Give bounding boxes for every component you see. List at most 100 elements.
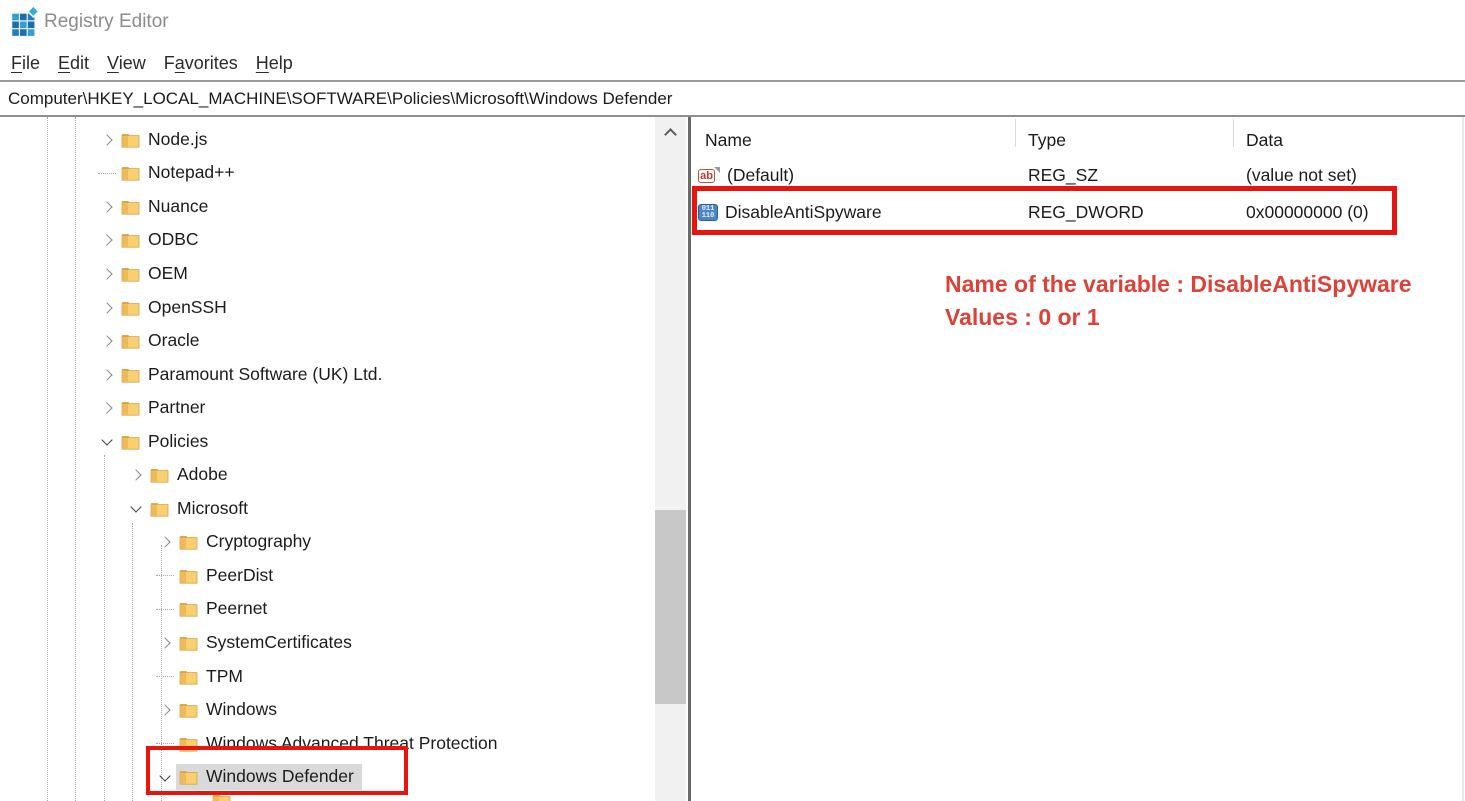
chevron-right-icon[interactable] bbox=[96, 335, 118, 347]
tree-item-notepad[interactable]: Notepad++ bbox=[0, 157, 655, 191]
tree-item-label: Windows Advanced Threat Protection bbox=[206, 732, 498, 753]
tree-item-peerdist[interactable]: PeerDist bbox=[0, 559, 655, 593]
tree-item-node-js[interactable]: Node.js bbox=[0, 123, 655, 157]
tree-item-tpm[interactable]: TPM bbox=[0, 660, 655, 694]
chevron-down-icon[interactable] bbox=[96, 434, 118, 446]
tree-item-label: Node.js bbox=[148, 128, 208, 149]
tree-item-microsoft[interactable]: Microsoft bbox=[0, 492, 655, 526]
chevron-down-icon[interactable] bbox=[154, 769, 176, 782]
chevron-right-icon[interactable] bbox=[96, 402, 118, 414]
tree-scrollbar[interactable] bbox=[655, 117, 686, 801]
tree-item-label: SystemCertificates bbox=[206, 631, 352, 652]
folder-icon bbox=[179, 736, 198, 752]
dword-value-icon bbox=[698, 204, 718, 221]
annotation-note: Name of the variable : DisableAntiSpywar… bbox=[945, 268, 1412, 334]
menu-favorites[interactable]: Favorites bbox=[155, 53, 247, 74]
connector-stub bbox=[154, 743, 176, 744]
tree-item-oem[interactable]: OEM bbox=[0, 257, 655, 291]
tree-item-policies[interactable]: Policies bbox=[0, 425, 655, 459]
title-bar: Registry Editor bbox=[0, 0, 1465, 46]
menu-view[interactable]: View bbox=[98, 53, 155, 74]
connector-stub bbox=[154, 575, 176, 576]
registry-editor-icon bbox=[12, 7, 40, 36]
tree-item-label: Oracle bbox=[148, 330, 200, 351]
value-row-default[interactable]: ab (Default) REG_SZ (value not set) bbox=[692, 157, 1465, 194]
tree-item-label: Policies bbox=[148, 430, 209, 451]
chevron-right-icon[interactable] bbox=[96, 134, 118, 146]
right-edge-line bbox=[1462, 117, 1464, 801]
value-data: 0x00000000 (0) bbox=[1246, 202, 1369, 222]
chevron-up-icon bbox=[664, 127, 677, 141]
folder-icon bbox=[179, 635, 198, 651]
menu-help[interactable]: Help bbox=[247, 53, 302, 74]
tree-item-label: OpenSSH bbox=[148, 296, 227, 317]
annotation-note-line2: Values : 0 or 1 bbox=[945, 304, 1100, 330]
tree-item-oracle[interactable]: Oracle bbox=[0, 324, 655, 358]
address-bar[interactable]: Computer\HKEY_LOCAL_MACHINE\SOFTWARE\Pol… bbox=[0, 82, 1465, 115]
value-row-disableantispyware[interactable]: DisableAntiSpyware REG_DWORD 0x00000000 (0… bbox=[692, 194, 1465, 231]
folder-icon bbox=[179, 769, 198, 785]
menu-file[interactable]: File bbox=[2, 53, 49, 74]
column-header-type[interactable]: Type bbox=[1015, 130, 1233, 151]
tree-item-label: OEM bbox=[148, 262, 188, 283]
tree-item-cryptography[interactable]: Cryptography bbox=[0, 526, 655, 560]
tree-item-label: TPM bbox=[206, 665, 243, 686]
chevron-right-icon[interactable] bbox=[96, 268, 118, 280]
chevron-right-icon[interactable] bbox=[96, 301, 118, 314]
folder-icon bbox=[150, 467, 169, 483]
value-type: REG_DWORD bbox=[1028, 202, 1144, 222]
value-name: (Default) bbox=[727, 165, 795, 185]
folder-icon bbox=[121, 367, 140, 383]
tree-item-windows-advanced-threat-protection[interactable]: Windows Advanced Threat Protection bbox=[0, 727, 655, 761]
tree-item-adobe[interactable]: Adobe bbox=[0, 458, 655, 492]
folder-icon bbox=[212, 793, 231, 801]
tree-item-label: Adobe bbox=[177, 464, 228, 485]
tree-item-label: Cryptography bbox=[206, 531, 312, 552]
column-separator[interactable] bbox=[1015, 119, 1016, 147]
chevron-right-icon[interactable] bbox=[154, 536, 176, 548]
column-separator[interactable] bbox=[1233, 119, 1234, 147]
tree-item-nuance[interactable]: Nuance bbox=[0, 190, 655, 224]
tree-item-windows-defender[interactable]: Windows Defender bbox=[0, 760, 655, 794]
tree-item-partner[interactable]: Partner bbox=[0, 391, 655, 425]
chevron-right-icon[interactable] bbox=[96, 234, 118, 247]
tree-item-systemcertificates[interactable]: SystemCertificates bbox=[0, 626, 655, 660]
connector-stub bbox=[154, 676, 176, 677]
value-list-header: Name Type Data bbox=[692, 125, 1465, 155]
folder-icon bbox=[121, 132, 140, 148]
window-title: Registry Editor bbox=[44, 11, 169, 32]
tree-item-windows[interactable]: Windows bbox=[0, 693, 655, 727]
key-tree-pane: Node.js Notepad++ Nuance ODBC OEM OpenSSH Orac… bbox=[0, 117, 655, 801]
menu-edit[interactable]: Edit bbox=[49, 53, 98, 74]
value-rows: ab (Default) REG_SZ (value not set) DisableA… bbox=[692, 157, 1465, 231]
chevron-down-icon[interactable] bbox=[125, 501, 147, 513]
folder-icon bbox=[150, 501, 169, 517]
column-header-data[interactable]: Data bbox=[1233, 130, 1465, 151]
pane-divider[interactable] bbox=[688, 117, 691, 801]
folder-icon bbox=[121, 400, 140, 416]
scroll-up-button[interactable] bbox=[655, 117, 686, 147]
tree-rows: Node.js Notepad++ Nuance ODBC OEM OpenSSH Orac… bbox=[0, 123, 655, 794]
chevron-right-icon[interactable] bbox=[96, 201, 118, 213]
folder-icon bbox=[121, 300, 140, 316]
scrollbar-thumb[interactable] bbox=[655, 510, 686, 704]
chevron-right-icon[interactable] bbox=[125, 469, 147, 481]
tree-item-peernet[interactable]: Peernet bbox=[0, 593, 655, 627]
folder-icon bbox=[179, 568, 198, 584]
folder-icon bbox=[121, 199, 140, 215]
tree-item-openssh[interactable]: OpenSSH bbox=[0, 291, 655, 325]
registry-editor-window: Registry Editor File Edit View Favorites… bbox=[0, 0, 1465, 801]
tree-item-paramount-software-uk-ltd[interactable]: Paramount Software (UK) Ltd. bbox=[0, 358, 655, 392]
folder-icon bbox=[179, 702, 198, 718]
tree-item-label: Peernet bbox=[206, 598, 268, 619]
chevron-right-icon[interactable] bbox=[154, 637, 176, 649]
folder-icon bbox=[121, 266, 140, 282]
folder-icon bbox=[121, 434, 140, 450]
chevron-right-icon[interactable] bbox=[96, 368, 118, 381]
tree-item-label: Notepad++ bbox=[148, 162, 235, 183]
tree-item-label: Paramount Software (UK) Ltd. bbox=[148, 363, 383, 384]
column-header-name[interactable]: Name bbox=[692, 130, 1015, 151]
tree-item-label: Windows bbox=[206, 699, 277, 720]
tree-item-odbc[interactable]: ODBC bbox=[0, 224, 655, 258]
chevron-right-icon[interactable] bbox=[154, 704, 176, 716]
